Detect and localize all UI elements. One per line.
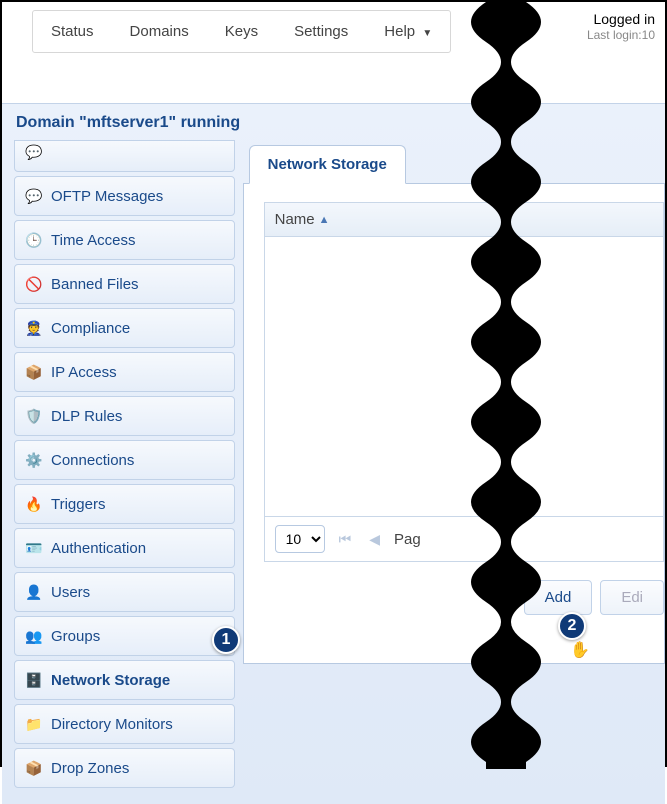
sidebar-item-dlp-rules[interactable]: 🛡️ DLP Rules [14, 396, 235, 436]
menu-help[interactable]: Help ▼ [366, 11, 450, 52]
message-icon: 💬 [25, 143, 43, 161]
main-panel: Network Storage Name ▲ 10 ⏮ ◀ Pag [243, 140, 665, 664]
menu-help-label: Help [384, 23, 415, 40]
folder-icon: 📁 [25, 715, 43, 733]
menu-domains[interactable]: Domains [112, 11, 207, 52]
sidebar-item-connections[interactable]: ⚙️ Connections [14, 440, 235, 480]
page-label: Pag [394, 531, 421, 548]
pager-prev-icon[interactable]: ◀ [365, 531, 384, 548]
sidebar-item-label: Triggers [51, 496, 105, 513]
menu-status[interactable]: Status [33, 11, 112, 52]
grid-pager: 10 ⏮ ◀ Pag [265, 516, 663, 561]
sidebar-item-label: Directory Monitors [51, 716, 173, 733]
group-icon: 👥 [25, 627, 43, 645]
caret-down-icon: ▼ [422, 28, 432, 39]
domain-title: Domain "mftserver1" running [2, 104, 665, 140]
callout-2: 2 [558, 612, 586, 640]
sidebar-item-triggers[interactable]: 🔥 Triggers [14, 484, 235, 524]
sidebar-item-label: Users [51, 584, 90, 601]
sidebar-item-label: DLP Rules [51, 408, 122, 425]
sidebar-item-drop-zones[interactable]: 📦 Drop Zones [14, 748, 235, 788]
edit-button[interactable]: Edi [600, 580, 664, 615]
message-icon: 💬 [25, 187, 43, 205]
sidebar-item-label: IP Access [51, 364, 117, 381]
banned-icon: 🚫 [25, 275, 43, 293]
ip-icon: 📦 [25, 363, 43, 381]
sidebar-item-compliance[interactable]: 👮 Compliance [14, 308, 235, 348]
box-icon: 📦 [25, 759, 43, 777]
sidebar-item-authentication[interactable]: 🪪 Authentication [14, 528, 235, 568]
sidebar-item-network-storage[interactable]: 🗄️ Network Storage [14, 660, 235, 700]
sidebar-item-label: OFTP Messages [51, 188, 163, 205]
sidebar-item-groups[interactable]: 👥 Groups [14, 616, 235, 656]
sidebar-item-label: Banned Files [51, 276, 139, 293]
add-button[interactable]: Add [524, 580, 593, 615]
sidebar: 💬 💬 OFTP Messages 🕒 Time Access 🚫 Banned… [2, 140, 243, 804]
sidebar-item-oftp-messages[interactable]: 💬 OFTP Messages [14, 176, 235, 216]
clock-icon: 🕒 [25, 231, 43, 249]
sort-asc-icon: ▲ [319, 214, 330, 226]
sidebar-item-label: Drop Zones [51, 760, 129, 777]
menu-keys[interactable]: Keys [207, 11, 276, 52]
compliance-icon: 👮 [25, 319, 43, 337]
main-menu: Status Domains Keys Settings Help ▼ [32, 10, 451, 53]
fire-icon: 🔥 [25, 495, 43, 513]
sidebar-item-label: Authentication [51, 540, 146, 557]
gear-icon: ⚙️ [25, 451, 43, 469]
data-grid: Name ▲ 10 ⏮ ◀ Pag [264, 202, 664, 562]
user-icon: 👤 [25, 583, 43, 601]
last-login-label: Last login:10 [587, 28, 655, 44]
sidebar-item-banned-files[interactable]: 🚫 Banned Files [14, 264, 235, 304]
sidebar-item-users[interactable]: 👤 Users [14, 572, 235, 612]
cursor-icon: ✋ [570, 640, 590, 660]
sidebar-item-ip-access[interactable]: 📦 IP Access [14, 352, 235, 392]
sidebar-item-label: Network Storage [51, 672, 170, 689]
shield-icon: 🛡️ [25, 407, 43, 425]
page-size-select[interactable]: 10 [275, 525, 325, 553]
storage-icon: 🗄️ [25, 671, 43, 689]
login-info: Logged in Last login:10 [587, 10, 655, 44]
sidebar-item-label: Compliance [51, 320, 130, 337]
sidebar-item-time-access[interactable]: 🕒 Time Access [14, 220, 235, 260]
sidebar-item-partial[interactable]: 💬 [14, 140, 235, 172]
sidebar-item-label: Connections [51, 452, 134, 469]
tab-network-storage[interactable]: Network Storage [249, 145, 406, 184]
sidebar-item-directory-monitors[interactable]: 📁 Directory Monitors [14, 704, 235, 744]
pager-first-icon[interactable]: ⏮ [335, 531, 356, 548]
badge-icon: 🪪 [25, 539, 43, 557]
sidebar-item-label: Groups [51, 628, 100, 645]
menu-settings[interactable]: Settings [276, 11, 366, 52]
logged-in-label: Logged in [587, 10, 655, 28]
callout-1: 1 [212, 626, 240, 654]
column-label: Name [275, 211, 315, 228]
sidebar-item-label: Time Access [51, 232, 135, 249]
grid-column-name[interactable]: Name ▲ [265, 203, 663, 237]
grid-body [265, 237, 663, 516]
